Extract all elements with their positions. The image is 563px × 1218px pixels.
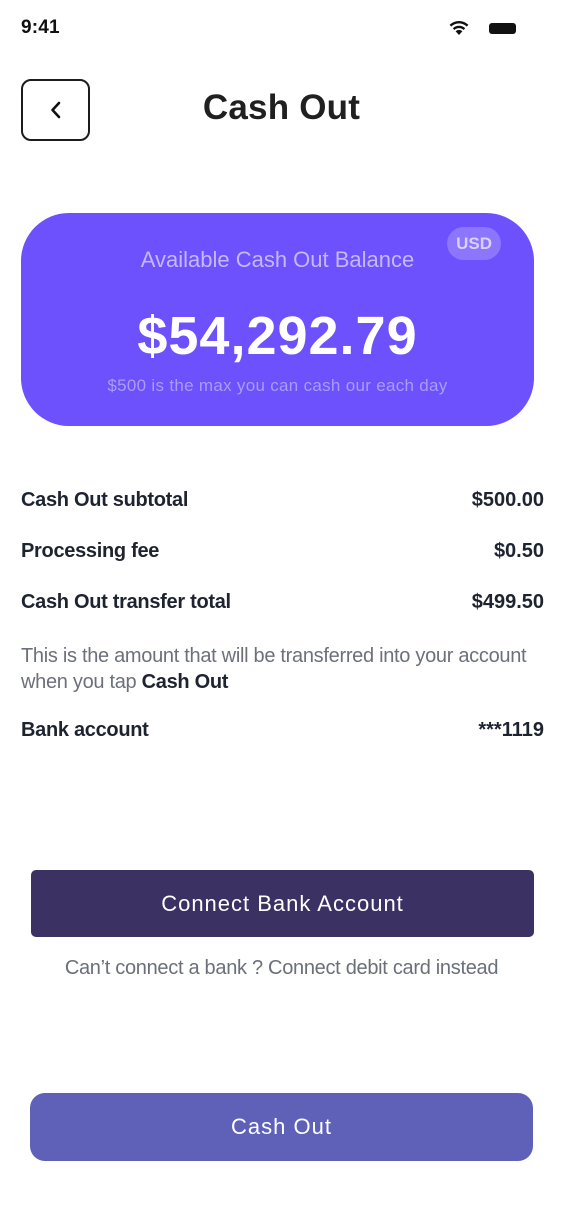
fee-value: $0.50 — [493, 540, 544, 562]
daily-limit-note: $500 is the max you can cash our each da… — [107, 376, 448, 395]
balance-label: Available Cash Out Balance — [140, 247, 415, 272]
bank-account-label: Bank account — [21, 719, 149, 741]
fee-row: Processing fee $0.50 — [21, 540, 544, 563]
wifi-icon — [449, 21, 469, 35]
fee-label: Processing fee — [21, 540, 160, 562]
balance-amount: $54,292.79 — [137, 306, 418, 366]
status-time: 9:41 — [21, 17, 60, 38]
subtotal-label: Cash Out subtotal — [21, 489, 189, 511]
bank-account-row: Bank account ***1119 — [21, 719, 544, 742]
transfer-total-row: Cash Out transfer total $499.50 — [21, 591, 544, 614]
explanation-emphasis: Cash Out — [141, 671, 229, 693]
balance-card: USD Available Cash Out Balance $54,292.7… — [21, 213, 534, 426]
page-title: Cash Out — [202, 88, 361, 127]
connect-bank-account-button[interactable]: Connect Bank Account — [31, 870, 534, 937]
transfer-total-value: $499.50 — [471, 591, 544, 613]
cash-out-screen: 9:41 Cash Out USD Available Cash Out Bal… — [0, 0, 563, 1218]
subtotal-row: Cash Out subtotal $500.00 — [21, 489, 544, 512]
transfer-explanation: This is the amount that will be transfer… — [21, 643, 541, 695]
connect-debit-card-link[interactable]: Can’t connect a bank ? Connect debit car… — [0, 957, 563, 980]
subtotal-value: $500.00 — [471, 489, 544, 511]
transfer-total-label: Cash Out transfer total — [21, 591, 231, 613]
cash-out-button[interactable]: Cash Out — [30, 1093, 533, 1161]
explanation-text: This is the amount that will be transfer… — [21, 645, 527, 693]
bank-account-value: ***1119 — [478, 719, 544, 741]
battery-icon — [489, 23, 516, 34]
